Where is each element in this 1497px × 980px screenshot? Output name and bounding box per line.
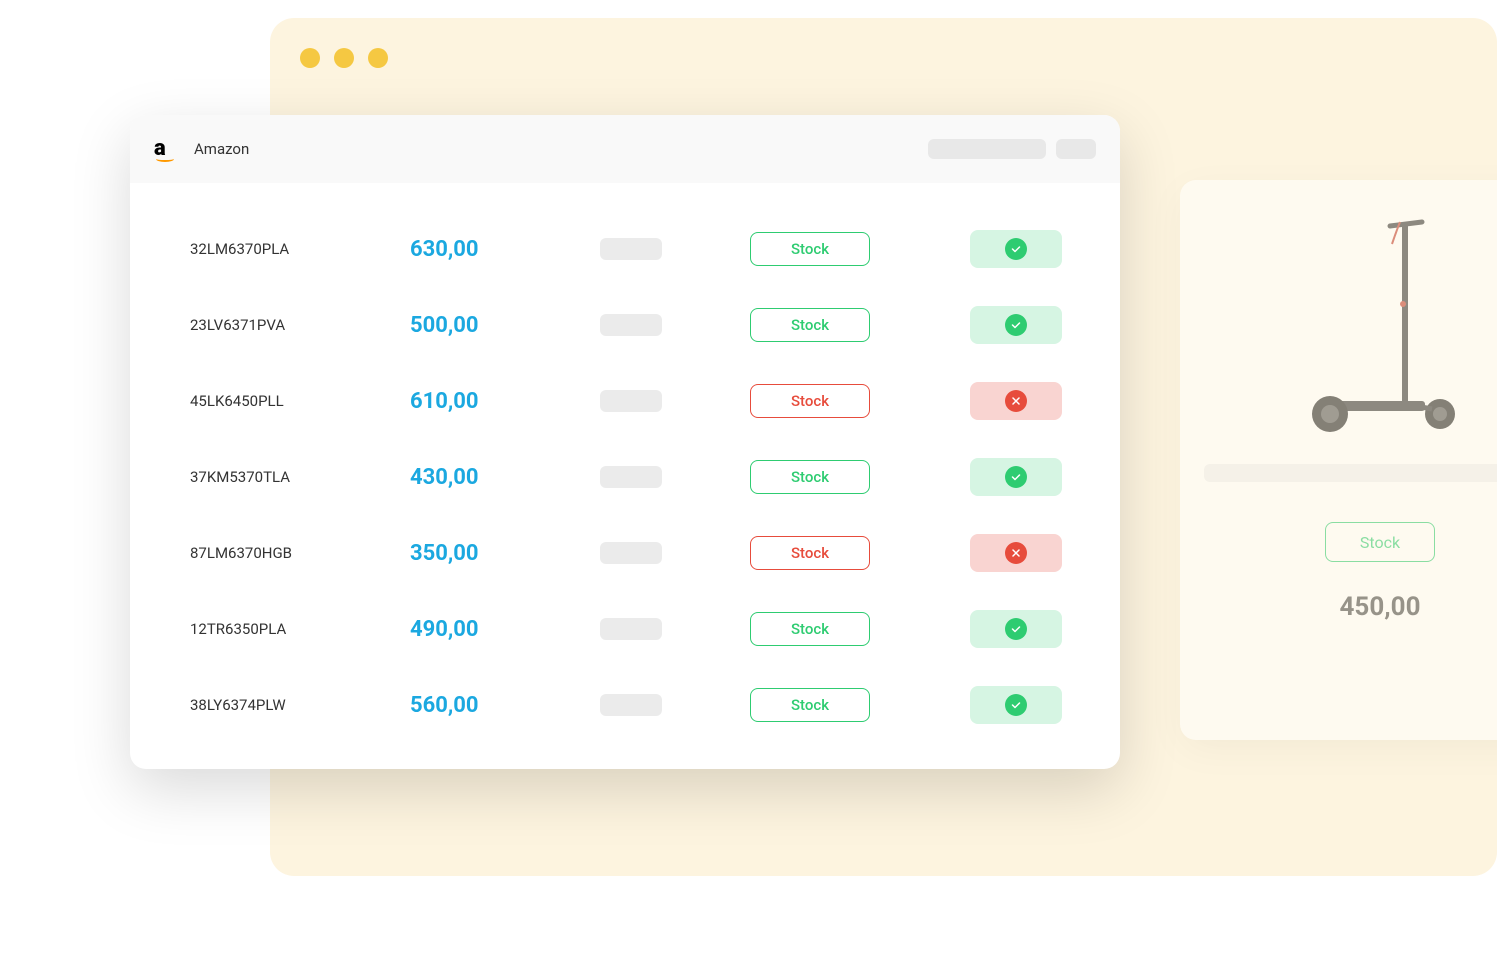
row-skeleton	[600, 542, 662, 564]
header-right	[928, 139, 1096, 159]
product-table: 32LM6370PLA 630,00 Stock 23LV6371PVA 500,00 S…	[130, 183, 1120, 743]
detail-stock-label: Stock	[1360, 533, 1400, 552]
status-cell	[970, 458, 1062, 496]
sku-cell: 37KM5370TLA	[190, 468, 370, 486]
table-row[interactable]: 23LV6371PVA 500,00 Stock	[190, 287, 1060, 363]
check-icon	[1005, 618, 1027, 640]
traffic-light-dot	[300, 48, 320, 68]
detail-skeleton-bar	[1204, 464, 1497, 482]
status-cell	[970, 306, 1062, 344]
price-cell: 500,00	[410, 313, 560, 338]
panel-title: Amazon	[194, 140, 249, 158]
price-cell: 490,00	[410, 617, 560, 642]
table-row[interactable]: 12TR6350PLA 490,00 Stock	[190, 591, 1060, 667]
price-cell: 610,00	[410, 389, 560, 414]
row-skeleton	[600, 390, 662, 412]
table-row[interactable]: 32LM6370PLA 630,00 Stock	[190, 211, 1060, 287]
price-cell: 350,00	[410, 541, 560, 566]
price-cell: 430,00	[410, 465, 560, 490]
sku-cell: 32LM6370PLA	[190, 240, 370, 258]
product-detail-card: Stock 450,00	[1180, 180, 1497, 740]
table-row[interactable]: 37KM5370TLA 430,00 Stock	[190, 439, 1060, 515]
stock-chip[interactable]: Stock	[750, 612, 870, 646]
stock-chip[interactable]: Stock	[750, 460, 870, 494]
sku-cell: 45LK6450PLL	[190, 392, 370, 410]
sku-cell: 87LM6370HGB	[190, 544, 370, 562]
status-cell	[970, 686, 1062, 724]
price-cell: 630,00	[410, 237, 560, 262]
window-traffic-lights	[300, 48, 388, 68]
sku-cell: 38LY6374PLW	[190, 696, 370, 714]
main-panel: a Amazon 32LM6370PLA630,00Stock23LV6371P…	[130, 115, 1120, 769]
stock-chip[interactable]: Stock	[750, 536, 870, 570]
product-image-scooter	[1290, 204, 1470, 444]
row-skeleton	[600, 694, 662, 716]
cross-icon	[1005, 542, 1027, 564]
header-left: a Amazon	[154, 138, 249, 160]
row-skeleton	[600, 466, 662, 488]
detail-stock-chip: Stock	[1325, 522, 1435, 562]
row-skeleton	[600, 618, 662, 640]
table-row[interactable]: 45LK6450PLL 610,00 Stock	[190, 363, 1060, 439]
stock-chip[interactable]: Stock	[750, 688, 870, 722]
stock-chip[interactable]: Stock	[750, 384, 870, 418]
table-row[interactable]: 87LM6370HGB 350,00 Stock	[190, 515, 1060, 591]
panel-header: a Amazon	[130, 115, 1120, 183]
sku-cell: 23LV6371PVA	[190, 316, 370, 334]
stock-chip[interactable]: Stock	[750, 232, 870, 266]
table-row[interactable]: 38LY6374PLW 560,00 Stock	[190, 667, 1060, 743]
detail-price: 450,00	[1204, 592, 1497, 622]
check-icon	[1005, 694, 1027, 716]
status-cell	[970, 382, 1062, 420]
status-cell	[970, 534, 1062, 572]
check-icon	[1005, 238, 1027, 260]
status-cell	[970, 230, 1062, 268]
row-skeleton	[600, 238, 662, 260]
check-icon	[1005, 314, 1027, 336]
row-skeleton	[600, 314, 662, 336]
check-icon	[1005, 466, 1027, 488]
sku-cell: 12TR6350PLA	[190, 620, 370, 638]
traffic-light-dot	[368, 48, 388, 68]
amazon-logo-icon: a	[154, 138, 176, 160]
traffic-light-dot	[334, 48, 354, 68]
stock-chip[interactable]: Stock	[750, 308, 870, 342]
status-cell	[970, 610, 1062, 648]
cross-icon	[1005, 390, 1027, 412]
header-skeleton	[1056, 139, 1096, 159]
price-cell: 560,00	[410, 693, 560, 718]
header-skeleton	[928, 139, 1046, 159]
